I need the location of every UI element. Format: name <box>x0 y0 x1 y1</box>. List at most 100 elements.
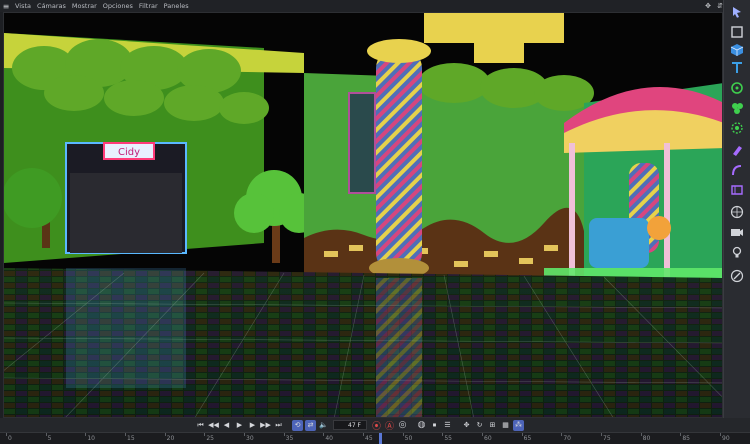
loop-icon[interactable]: ⟲ <box>292 419 303 431</box>
timeline-tick <box>363 433 364 436</box>
timeline-tick <box>640 433 642 436</box>
transport-bar: ⏮ ◀◀ ◀ ▶ ▶ ▶▶ ⏭ ⟲ ⇄ 🔈 47 F ⦿ Ⓐ ◎ ◍ ⏹ ☰ ✥… <box>0 418 750 432</box>
timeline-label: 50 <box>404 435 413 442</box>
timeline-label: 15 <box>127 435 135 442</box>
scene-icon[interactable] <box>727 202 747 222</box>
timeline-label: 65 <box>523 435 532 442</box>
stop-icon[interactable]: ⏹ <box>429 420 440 431</box>
menu-mostrar[interactable]: Mostrar <box>69 2 100 10</box>
timeline-label: 60 <box>484 435 492 442</box>
timeline-tick <box>164 433 166 436</box>
timeline-tick <box>323 433 325 436</box>
timeline-tick <box>720 433 721 436</box>
neon-sign-text: Cidy <box>118 147 140 158</box>
cube-icon[interactable] <box>727 40 747 60</box>
flower-lollipop <box>647 216 671 240</box>
timeline-label: 20 <box>166 435 175 442</box>
timeline-label: 85 <box>682 435 690 442</box>
tool-palette <box>723 0 750 418</box>
timeline-label: 55 <box>444 435 452 442</box>
play-icon[interactable]: ▶ <box>234 420 245 431</box>
current-frame-field[interactable]: 47 F <box>333 420 367 430</box>
timeline-tick <box>45 433 47 436</box>
move-key-icon[interactable]: ✥ <box>461 420 472 431</box>
pla-key-icon[interactable]: ⁂ <box>513 419 524 431</box>
bend-icon[interactable] <box>727 160 747 180</box>
booth-seat <box>589 218 649 268</box>
timeline-tick <box>204 433 206 436</box>
light-icon[interactable] <box>727 242 747 262</box>
timeline-label: 40 <box>325 435 333 442</box>
lock-icon[interactable]: ◍ <box>416 420 427 431</box>
timeline-tick <box>442 433 444 436</box>
param-key-icon[interactable]: ▦ <box>500 420 511 431</box>
timeline-label: 35 <box>285 435 294 442</box>
timeline-label: 90 <box>722 435 730 442</box>
render-viewport[interactable]: Cidy <box>3 12 723 418</box>
timeline-label: 25 <box>206 435 214 442</box>
timeline-label: 10 <box>87 435 95 442</box>
next-key-icon[interactable]: ▶▶ <box>260 420 271 431</box>
candy-pillar <box>376 48 422 273</box>
timeline-ruler[interactable]: 0 5 10 15 20 25 30 35 40 45 50 55 60 65 70 75 80 85 90 <box>0 432 750 444</box>
timeline-tick <box>601 433 602 436</box>
square-icon[interactable] <box>727 22 747 42</box>
timeline-tick <box>482 433 483 436</box>
prev-key-icon[interactable]: ◀◀ <box>208 420 219 431</box>
next-frame-icon[interactable]: ▶ <box>247 420 258 431</box>
shutter <box>70 173 182 253</box>
timeline-label: 80 <box>642 435 651 442</box>
sequence-icon[interactable]: ☰ <box>442 420 453 431</box>
camera-icon[interactable] <box>727 222 747 242</box>
timeline-label: 75 <box>603 435 611 442</box>
rotate-key-icon[interactable]: ↻ <box>474 420 485 431</box>
spline-icon[interactable] <box>727 180 747 200</box>
bush-left <box>4 168 62 228</box>
timeline-label: 5 <box>47 435 52 442</box>
app-window: ≡ Vista Cámaras Mostrar Opciones Filtrar… <box>0 0 750 444</box>
timeline-playhead[interactable] <box>378 433 382 444</box>
timeline-tick <box>402 433 404 436</box>
sphere-generator-icon[interactable] <box>727 78 747 98</box>
scale-key-icon[interactable]: ⊞ <box>487 420 498 431</box>
select-icon[interactable] <box>727 2 747 22</box>
menu-paneles[interactable]: Paneles <box>161 2 192 10</box>
candy-cane-pole <box>569 143 575 283</box>
keyframe-icon[interactable]: ◎ <box>397 420 408 431</box>
go-end-icon[interactable]: ⏭ <box>273 420 284 431</box>
timeline-tick <box>85 433 87 436</box>
sketch-icon[interactable] <box>727 266 747 286</box>
record-icon[interactable]: ⦿ <box>371 420 382 432</box>
bounce-icon[interactable]: ⇄ <box>305 419 316 431</box>
timeline-tick <box>244 433 245 436</box>
timeline-label: 30 <box>246 435 254 442</box>
move-icon[interactable]: ✥ <box>702 0 714 12</box>
menu-vista[interactable]: Vista <box>12 2 34 10</box>
timeline-label: 70 <box>563 435 571 442</box>
menu-filtrar[interactable]: Filtrar <box>136 2 161 10</box>
text-icon[interactable] <box>727 58 747 78</box>
menu-camaras[interactable]: Cámaras <box>34 2 69 10</box>
menu-opciones[interactable]: Opciones <box>100 2 136 10</box>
deformer-icon[interactable] <box>727 140 747 160</box>
sound-icon[interactable]: 🔈 <box>318 420 329 431</box>
timeline-label: 45 <box>365 435 373 442</box>
doorway-reflection <box>66 268 186 388</box>
timeline-tick <box>125 433 126 436</box>
timeline-tick <box>283 433 285 436</box>
timeline-tick <box>6 433 7 436</box>
timeline-tick <box>521 433 523 436</box>
pillar-reflection <box>376 278 422 417</box>
candy-shop-scene: Cidy <box>4 13 722 417</box>
cloner-icon[interactable] <box>727 98 747 118</box>
atom-icon[interactable] <box>727 118 747 138</box>
autokey-icon[interactable]: Ⓐ <box>384 420 395 432</box>
prev-frame-icon[interactable]: ◀ <box>221 420 232 431</box>
menu-bar: ≡ Vista Cámaras Mostrar Opciones Filtrar… <box>0 0 750 12</box>
menu-board <box>348 92 376 194</box>
timeline-tick <box>561 433 563 436</box>
timeline-tick <box>680 433 682 436</box>
go-start-icon[interactable]: ⏮ <box>195 420 206 431</box>
menu-burger-icon[interactable]: ≡ <box>0 0 12 12</box>
timeline-label: 0 <box>8 435 12 442</box>
